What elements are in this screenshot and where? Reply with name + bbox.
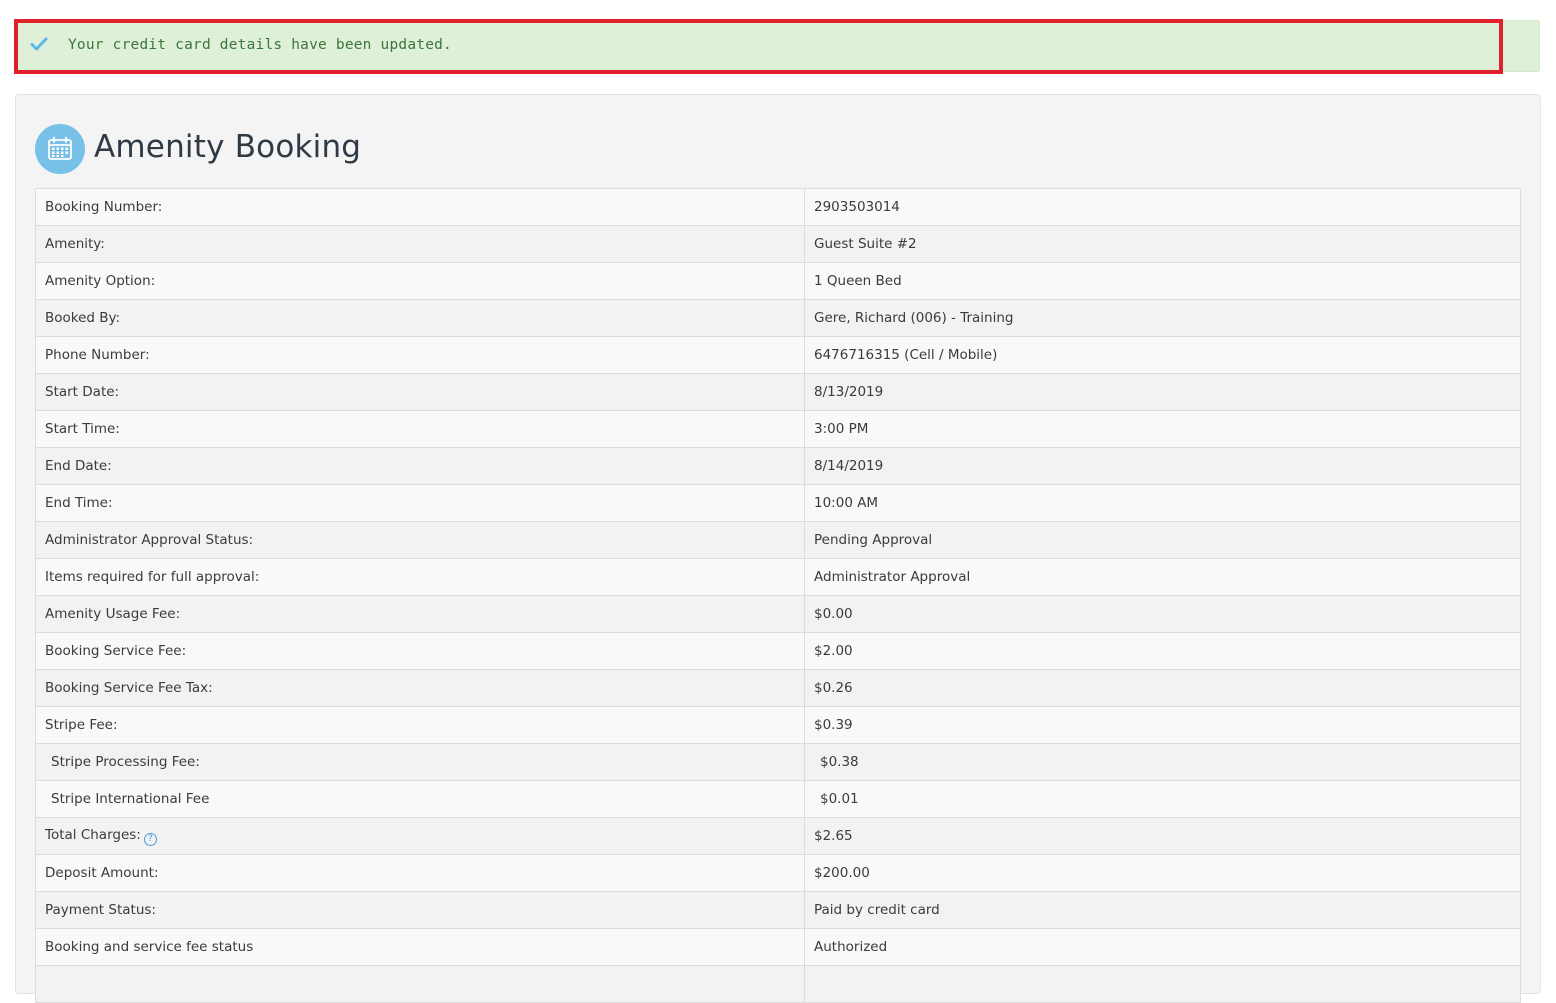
- table-row: Booking Service Fee Tax: $0.26: [35, 669, 1521, 707]
- row-label-text: Booking Number:: [45, 199, 163, 215]
- row-label-text: Amenity Usage Fee:: [45, 606, 181, 622]
- row-value: $2.00: [804, 632, 1521, 670]
- row-label: Amenity:: [35, 225, 805, 263]
- row-label: Amenity Usage Fee:: [35, 595, 805, 633]
- row-label-text: Booked By:: [45, 310, 121, 326]
- row-label: Total Charges:?: [35, 817, 805, 855]
- row-label: Booking Service Fee Tax:: [35, 669, 805, 707]
- row-value: 3:00 PM: [804, 410, 1521, 448]
- row-label: Items required for full approval:: [35, 558, 805, 596]
- row-label: Booking Number:: [35, 188, 805, 226]
- row-label-text: Start Time:: [45, 421, 120, 437]
- table-row: Stripe International Fee $0.01: [35, 780, 1521, 818]
- table-row: Total Charges:? $2.65: [35, 817, 1521, 855]
- table-row: Stripe Processing Fee: $0.38: [35, 743, 1521, 781]
- row-label-text: Items required for full approval:: [45, 569, 260, 585]
- row-value: Gere, Richard (006) - Training: [804, 299, 1521, 337]
- row-value: Guest Suite #2: [804, 225, 1521, 263]
- row-value: $0.00: [804, 595, 1521, 633]
- row-value: 1 Queen Bed: [804, 262, 1521, 300]
- row-label: Administrator Approval Status:: [35, 521, 805, 559]
- row-label-text: Deposit Amount:: [45, 865, 159, 881]
- table-row: Booking Number: 2903503014: [35, 188, 1521, 226]
- row-label: [35, 965, 805, 1003]
- row-value: $200.00: [804, 854, 1521, 892]
- row-value: 10:00 AM: [804, 484, 1521, 522]
- row-label: Start Time:: [35, 410, 805, 448]
- table-row: Items required for full approval: Adminis…: [35, 558, 1521, 596]
- table-row: Amenity Option: 1 Queen Bed: [35, 262, 1521, 300]
- row-value: $0.38: [804, 743, 1521, 781]
- row-value: Administrator Approval: [804, 558, 1521, 596]
- table-row: Start Date: 8/13/2019: [35, 373, 1521, 411]
- row-value: 8/14/2019: [804, 447, 1521, 485]
- table-row: Booking Service Fee: $2.00: [35, 632, 1521, 670]
- row-label-text: Phone Number:: [45, 347, 150, 363]
- table-row: End Date: 8/14/2019: [35, 447, 1521, 485]
- row-label-text: Administrator Approval Status:: [45, 532, 254, 548]
- row-value: 8/13/2019: [804, 373, 1521, 411]
- row-label: Phone Number:: [35, 336, 805, 374]
- table-row: Phone Number: 6476716315 (Cell / Mobile): [35, 336, 1521, 374]
- row-label-text: Total Charges:: [45, 826, 141, 843]
- row-label-text: End Time:: [45, 495, 113, 511]
- row-label-text: Stripe International Fee: [51, 791, 210, 807]
- table-row: Payment Status: Paid by credit card: [35, 891, 1521, 929]
- row-label-text: Stripe Processing Fee:: [51, 754, 200, 770]
- table-row: Start Time: 3:00 PM: [35, 410, 1521, 448]
- row-value: $2.65: [804, 817, 1521, 855]
- table-row: Booked By: Gere, Richard (006) - Training: [35, 299, 1521, 337]
- row-label: Stripe International Fee: [35, 780, 805, 818]
- row-label-text: Amenity:: [45, 236, 105, 252]
- table-row: [35, 965, 1521, 1003]
- row-label-text: Booking Service Fee:: [45, 643, 187, 659]
- row-value: 2903503014: [804, 188, 1521, 226]
- row-label: Deposit Amount:: [35, 854, 805, 892]
- row-label: End Date:: [35, 447, 805, 485]
- row-label: Stripe Fee:: [35, 706, 805, 744]
- checkmark-icon: [30, 35, 48, 53]
- alert-message: Your credit card details have been updat…: [68, 37, 452, 53]
- row-label-text: Booking Service Fee Tax:: [45, 680, 213, 696]
- row-label-text: Stripe Fee:: [45, 717, 118, 733]
- table-row: Deposit Amount: $200.00: [35, 854, 1521, 892]
- row-label-text: Start Date:: [45, 384, 120, 400]
- booking-details-table: Booking Number: 2903503014 Amenity: Guest S…: [35, 188, 1521, 1003]
- help-icon[interactable]: ?: [143, 832, 157, 846]
- row-value: [804, 965, 1521, 1003]
- row-label: Payment Status:: [35, 891, 805, 929]
- table-row: Amenity: Guest Suite #2: [35, 225, 1521, 263]
- row-label: Booked By:: [35, 299, 805, 337]
- table-row: Stripe Fee: $0.39: [35, 706, 1521, 744]
- page-title: Amenity Booking: [94, 129, 362, 165]
- row-value: Pending Approval: [804, 521, 1521, 559]
- table-row: Administrator Approval Status: Pending Ap…: [35, 521, 1521, 559]
- row-label: Start Date:: [35, 373, 805, 411]
- row-label: End Time:: [35, 484, 805, 522]
- table-row: Amenity Usage Fee: $0.00: [35, 595, 1521, 633]
- row-label: Amenity Option:: [35, 262, 805, 300]
- row-label: Booking Service Fee:: [35, 632, 805, 670]
- table-row: Booking and service fee status Authorized: [35, 928, 1521, 966]
- row-label-text: Amenity Option:: [45, 273, 156, 289]
- row-label-text: Payment Status:: [45, 902, 156, 918]
- row-value: $0.26: [804, 669, 1521, 707]
- row-value: Authorized: [804, 928, 1521, 966]
- row-value: 6476716315 (Cell / Mobile): [804, 336, 1521, 374]
- row-value: Paid by credit card: [804, 891, 1521, 929]
- row-label: Booking and service fee status: [35, 928, 805, 966]
- calendar-icon: [35, 124, 85, 174]
- row-value: $0.01: [804, 780, 1521, 818]
- row-label-text: End Date:: [45, 458, 112, 474]
- row-label-text: Booking and service fee status: [45, 939, 254, 955]
- row-value: $0.39: [804, 706, 1521, 744]
- table-row: End Time: 10:00 AM: [35, 484, 1521, 522]
- row-label: Stripe Processing Fee:: [35, 743, 805, 781]
